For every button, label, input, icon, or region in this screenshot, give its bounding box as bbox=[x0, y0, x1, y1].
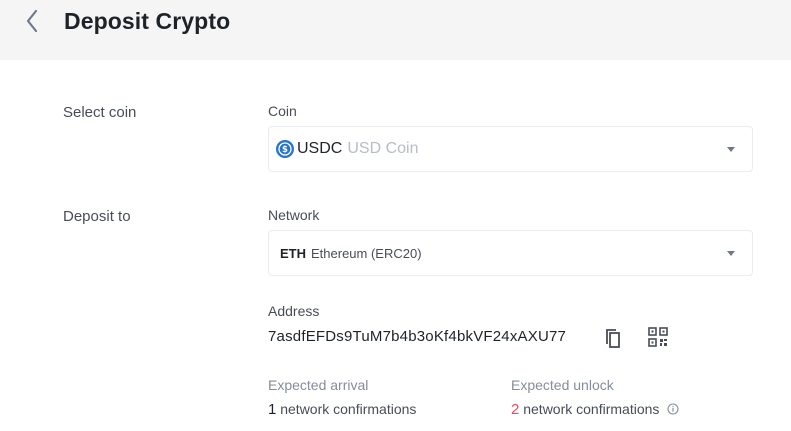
page-header: Deposit Crypto bbox=[0, 0, 791, 60]
qr-code-icon bbox=[648, 327, 668, 347]
unlock-suffix: network confirmations bbox=[523, 401, 660, 417]
unlock-count: 2 bbox=[511, 401, 520, 418]
network-name: Ethereum (ERC20) bbox=[311, 245, 422, 261]
chevron-down-icon bbox=[727, 251, 735, 256]
back-button[interactable] bbox=[20, 8, 44, 34]
address-label: Address bbox=[268, 303, 320, 319]
deposit-address: 7asdfEFDs9TuM7b4b3oKf4bkVF24xAXU77 bbox=[268, 328, 567, 345]
network-symbol: ETH bbox=[280, 245, 306, 261]
expected-arrival-label: Expected arrival bbox=[268, 377, 369, 393]
coin-symbol: USDC bbox=[297, 140, 343, 157]
coin-select[interactable]: $ USDC USD Coin bbox=[268, 126, 753, 172]
copy-icon bbox=[606, 329, 620, 348]
arrival-suffix: network confirmations bbox=[280, 401, 417, 417]
deposit-to-label: Deposit to bbox=[63, 208, 131, 225]
select-coin-label: Select coin bbox=[63, 104, 137, 121]
coin-field-label: Coin bbox=[268, 103, 297, 119]
page-title: Deposit Crypto bbox=[64, 8, 231, 34]
coin-name: USD Coin bbox=[347, 140, 419, 157]
info-icon[interactable] bbox=[667, 403, 679, 415]
chevron-left-icon bbox=[26, 9, 38, 33]
usdc-coin-icon: $ bbox=[276, 140, 294, 158]
qr-code-button[interactable] bbox=[647, 326, 669, 353]
network-field-label: Network bbox=[268, 207, 320, 223]
arrival-count: 1 bbox=[268, 401, 277, 418]
network-select[interactable]: ETH Ethereum (ERC20) bbox=[268, 230, 753, 276]
expected-unlock-value: 2 network confirmations bbox=[511, 401, 679, 418]
expected-arrival-value: 1 network confirmations bbox=[268, 401, 416, 418]
copy-button[interactable] bbox=[604, 328, 624, 355]
chevron-down-icon bbox=[727, 147, 735, 152]
svg-text:$: $ bbox=[282, 145, 288, 155]
expected-unlock-label: Expected unlock bbox=[511, 377, 614, 393]
